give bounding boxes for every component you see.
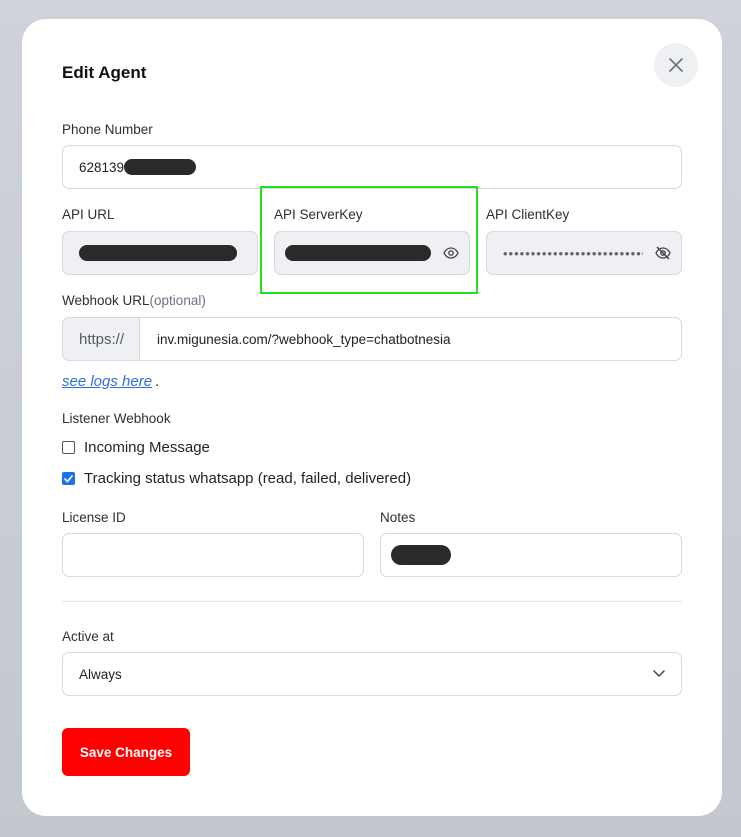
redacted-block bbox=[124, 159, 197, 175]
redacted-block bbox=[391, 545, 451, 565]
hide-password-button[interactable] bbox=[655, 246, 671, 260]
section-divider bbox=[62, 601, 682, 602]
see-logs-link[interactable]: see logs here bbox=[62, 373, 152, 390]
phone-number-value: 628139 bbox=[79, 159, 125, 175]
listener-webhook-label: Listener Webhook bbox=[62, 411, 171, 426]
edit-agent-modal: Edit Agent Phone Number 628139 API URL A… bbox=[22, 19, 722, 816]
api-server-key-input[interactable] bbox=[274, 231, 470, 275]
webhook-url-label: Webhook URL(optional) bbox=[62, 293, 206, 308]
incoming-message-label: Incoming Message bbox=[84, 439, 210, 456]
license-id-label: License ID bbox=[62, 510, 126, 525]
eye-icon bbox=[443, 247, 459, 259]
tracking-status-option[interactable]: Tracking status whatsapp (read, failed, … bbox=[62, 470, 411, 487]
phone-number-input[interactable]: 628139 bbox=[62, 145, 682, 189]
active-at-value: Always bbox=[79, 666, 122, 682]
notes-label: Notes bbox=[380, 510, 416, 525]
incoming-message-checkbox[interactable] bbox=[62, 441, 75, 454]
api-url-input[interactable] bbox=[62, 231, 258, 275]
webhook-url-input[interactable]: inv.migunesia.com/?webhook_type=chatbotn… bbox=[139, 317, 682, 361]
incoming-message-option[interactable]: Incoming Message bbox=[62, 439, 210, 456]
link-suffix: . bbox=[155, 373, 160, 390]
optional-label: (optional) bbox=[149, 293, 206, 308]
modal-title: Edit Agent bbox=[62, 63, 147, 82]
close-icon bbox=[669, 58, 683, 72]
url-prefix: https:// bbox=[62, 317, 140, 361]
tracking-status-checkbox[interactable] bbox=[62, 472, 75, 485]
license-id-input[interactable] bbox=[62, 533, 364, 577]
redacted-block bbox=[285, 245, 431, 261]
close-button[interactable] bbox=[654, 43, 698, 87]
active-at-select[interactable]: Always bbox=[62, 652, 682, 696]
show-password-button[interactable] bbox=[443, 247, 459, 259]
save-changes-button[interactable]: Save Changes bbox=[62, 728, 190, 776]
check-icon bbox=[64, 474, 73, 482]
active-at-label: Active at bbox=[62, 629, 114, 644]
notes-input[interactable] bbox=[380, 533, 682, 577]
chevron-down-icon bbox=[653, 670, 665, 677]
webhook-url-label-text: Webhook URL bbox=[62, 293, 150, 308]
phone-number-label: Phone Number bbox=[62, 122, 153, 137]
tracking-status-label: Tracking status whatsapp (read, failed, … bbox=[84, 470, 412, 487]
eye-off-icon bbox=[655, 246, 671, 260]
api-client-key-label: API ClientKey bbox=[486, 207, 570, 222]
masked-key-value: ••••••••••••••••••••••••••••••••••••••••… bbox=[503, 245, 643, 261]
api-url-label: API URL bbox=[62, 207, 115, 222]
redacted-block bbox=[79, 245, 237, 261]
api-client-key-input[interactable]: ••••••••••••••••••••••••••••••••••••••••… bbox=[486, 231, 682, 275]
api-server-key-label: API ServerKey bbox=[274, 207, 363, 222]
